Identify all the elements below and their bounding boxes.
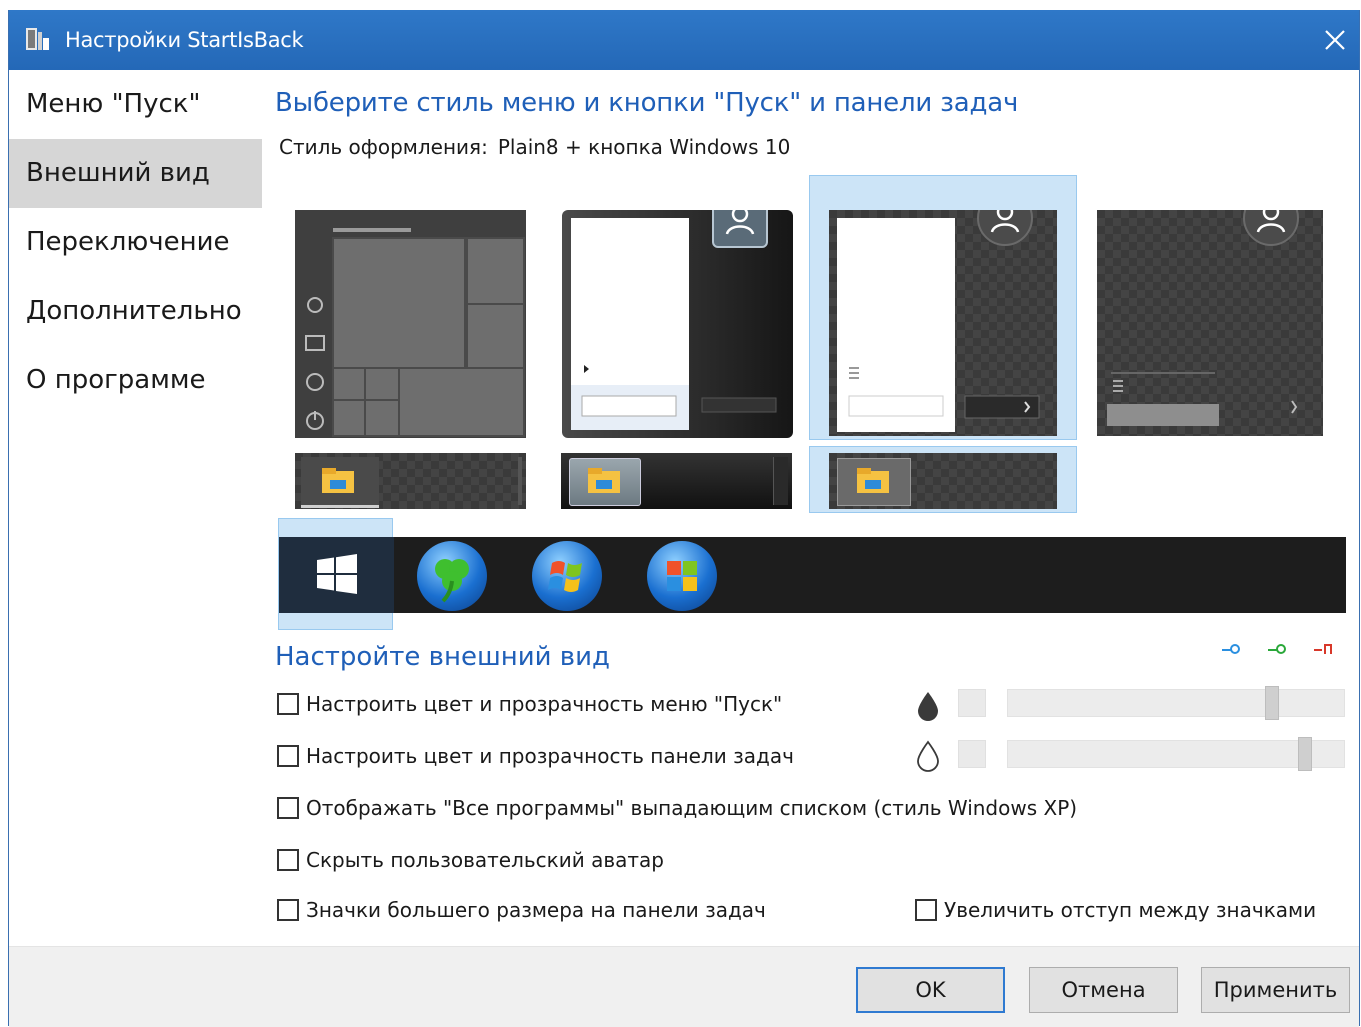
folder-icon [321, 467, 355, 499]
menu-style-win7[interactable] [562, 210, 793, 438]
taskbar-style-plain8[interactable] [829, 453, 1057, 509]
window-title: Настройки StartIsBack [65, 28, 304, 52]
settings-window: Настройки StartIsBack Меню "Пуск" Внешни… [8, 10, 1360, 1027]
sidebar-nav: Меню "Пуск" Внешний вид Переключение Доп… [9, 70, 262, 430]
folder-icon-3 [856, 467, 890, 499]
option-large-icons-checkbox[interactable] [277, 899, 299, 921]
link-icon[interactable] [1267, 642, 1287, 660]
option-taskbar-color-checkbox[interactable] [277, 745, 299, 767]
apply-button[interactable]: Применить [1201, 967, 1350, 1013]
option-large-icons[interactable]: Значки большего размера на панели задач [277, 898, 766, 922]
dialog-footer: OK Отмена Применить [9, 946, 1359, 1027]
start-button-win7-orb[interactable] [532, 541, 602, 611]
user-avatar-icon [712, 210, 768, 248]
start-button-win10[interactable] [279, 537, 394, 613]
start-button-clover[interactable] [417, 541, 487, 611]
taskbar-color-swatch[interactable] [958, 740, 986, 768]
taskbar-opacity-slider-thumb[interactable] [1298, 737, 1312, 771]
option-icon-spacing-checkbox[interactable] [915, 899, 937, 921]
drop-filled-icon [915, 690, 941, 726]
ok-button[interactable]: OK [856, 967, 1005, 1013]
taskbar-style-win7[interactable] [561, 453, 792, 509]
menu-style-plain10[interactable] [1097, 210, 1323, 436]
option-taskbar-color-label: Настроить цвет и прозрачность панели зад… [306, 744, 794, 768]
option-menu-color-checkbox[interactable] [277, 693, 299, 715]
menu-color-swatch[interactable] [958, 689, 986, 717]
style-label-text: Стиль оформления: [279, 135, 488, 159]
style-label: Стиль оформления: Plain8 + кнопка Windows… [279, 135, 790, 159]
option-icon-spacing-label: Увеличить отступ между значками [944, 898, 1317, 922]
option-taskbar-color[interactable]: Настроить цвет и прозрачность панели зад… [277, 744, 794, 768]
menu-opacity-slider-thumb[interactable] [1265, 686, 1279, 720]
option-all-programs-checkbox[interactable] [277, 797, 299, 819]
menu-style-win10[interactable] [295, 210, 526, 438]
sidebar-item-appearance[interactable]: Внешний вид [9, 139, 262, 208]
style-value: Plain8 + кнопка Windows 10 [497, 135, 791, 159]
windows7-logo-icon [548, 561, 582, 592]
menu-opacity-slider[interactable] [1007, 689, 1345, 717]
title-bar[interactable]: Настройки StartIsBack [9, 10, 1359, 70]
menu-style-plain8[interactable] [829, 210, 1057, 436]
sidebar-item-advanced[interactable]: Дополнительно [9, 277, 262, 346]
appearance-section-heading: Настройте внешний вид [275, 642, 611, 672]
windows10-logo-icon [317, 554, 357, 594]
option-all-programs-dropdown[interactable]: Отображать "Все программы" выпадающим сп… [277, 796, 1077, 820]
option-large-icons-label: Значки большего размера на панели задач [306, 898, 766, 922]
sidebar-item-start-menu[interactable]: Меню "Пуск" [9, 70, 262, 139]
option-hide-avatar[interactable]: Скрыть пользовательский аватар [277, 848, 664, 872]
option-hide-avatar-checkbox[interactable] [277, 849, 299, 871]
option-all-programs-label: Отображать "Все программы" выпадающим сп… [306, 796, 1078, 820]
cancel-button[interactable]: Отмена [1029, 967, 1178, 1013]
option-hide-avatar-label: Скрыть пользовательский аватар [306, 848, 664, 872]
restore-icon[interactable] [1221, 642, 1241, 660]
sidebar-item-switching[interactable]: Переключение [9, 208, 262, 277]
close-button[interactable] [1311, 10, 1359, 70]
start-button-strip [279, 537, 1346, 613]
sidebar-item-about[interactable]: О программе [9, 346, 262, 415]
option-icon-spacing[interactable]: Увеличить отступ между значками [915, 898, 1316, 922]
option-menu-color[interactable]: Настроить цвет и прозрачность меню "Пуск… [277, 692, 782, 716]
option-menu-color-label: Настроить цвет и прозрачность меню "Пуск… [306, 692, 783, 716]
folder-icon-2 [587, 467, 621, 499]
taskbar-opacity-slider[interactable] [1007, 740, 1345, 768]
windows-flat-logo-icon [667, 561, 697, 591]
app-icon [25, 26, 51, 52]
clover-icon [435, 559, 469, 603]
start-button-win8-orb[interactable] [647, 541, 717, 611]
close-icon [1325, 30, 1345, 50]
unlink-icon[interactable] [1313, 642, 1333, 660]
style-section-heading: Выберите стиль меню и кнопки "Пуск" и па… [275, 88, 1019, 118]
taskbar-style-win10[interactable] [295, 453, 526, 509]
drop-outline-icon [915, 740, 941, 776]
